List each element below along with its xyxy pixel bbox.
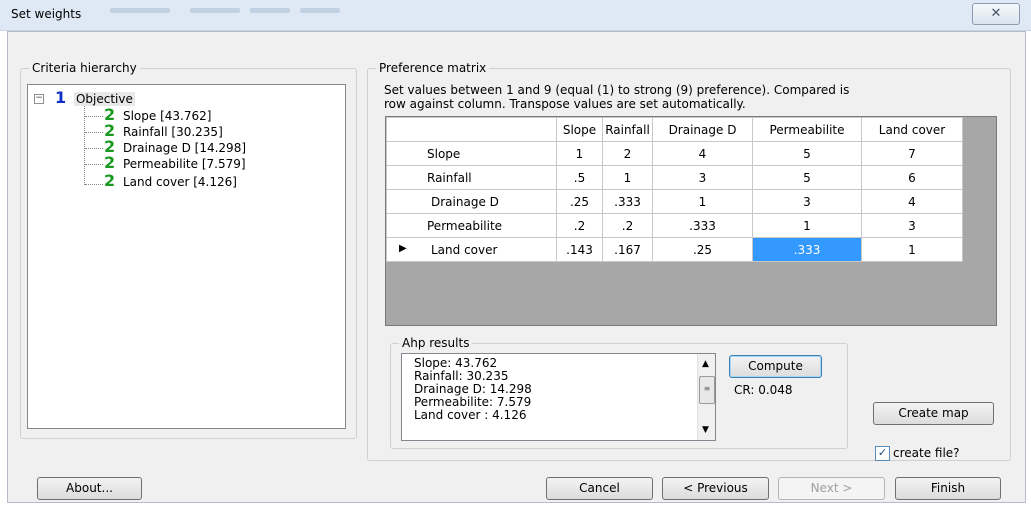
tree-connector [85,132,103,133]
background-menu-ghost [110,8,170,13]
ahp-results-legend: Ahp results [399,336,473,350]
preference-table: Slope Rainfall Drainage D Permeabilite L… [386,117,963,262]
tree-node-drainage-d[interactable]: 2 Drainage D [14.298] [104,139,247,156]
matrix-cell[interactable]: .2 [556,213,603,238]
matrix-cell[interactable]: 7 [861,141,963,166]
table-row: Rainfall .5 1 3 5 6 [386,165,963,190]
row-header[interactable]: Rainfall [386,165,557,190]
close-button[interactable]: ✕ [972,3,1020,25]
preference-matrix-legend: Preference matrix [376,61,490,75]
tree-connector [85,148,103,149]
consistency-ratio: CR: 0.048 [734,383,793,397]
table-row: Permeabilite .2 .2 .333 1 3 [386,213,963,238]
matrix-cell[interactable]: .25 [556,189,603,214]
matrix-cell[interactable]: .25 [652,237,753,262]
title-bar: Set weights ✕ [0,0,1031,31]
scroll-up-icon[interactable]: ▲ [702,358,709,371]
row-header[interactable]: Drainage D [386,189,557,214]
create-file-label: create file? [893,446,960,460]
cancel-button[interactable]: Cancel [546,477,653,500]
background-menu-ghost [250,8,290,13]
tree-node-label: Slope [43.762] [122,109,212,123]
row-header-label: Land cover [431,242,498,257]
matrix-cell[interactable]: .2 [602,213,653,238]
tree-node-rainfall[interactable]: 2 Rainfall [30.235] [104,123,223,140]
corner-cell [386,117,557,142]
row-header[interactable]: ▶ Land cover [386,237,557,262]
tree-connector [85,116,103,117]
matrix-cell[interactable]: 6 [861,165,963,190]
matrix-cell[interactable]: 3 [752,189,862,214]
tree-node-label: Land cover [4.126] [122,175,237,189]
next-button[interactable]: Next > [778,477,885,500]
tree-connector [85,184,103,185]
matrix-cell[interactable]: 4 [861,189,963,214]
collapse-toggle[interactable]: − [34,94,44,104]
matrix-cell[interactable]: 1 [556,141,603,166]
preference-grid[interactable]: Slope Rainfall Drainage D Permeabilite L… [385,116,997,326]
about-button[interactable]: About... [37,477,142,500]
instruction-line: row against column. Transpose values are… [384,97,746,111]
level-2-icon: 2 [104,171,116,190]
instruction-line: Set values between 1 and 9 (equal (1) to… [384,83,850,97]
table-row: Slope 1 2 4 5 7 [386,141,963,166]
column-header[interactable]: Land cover [861,117,963,142]
matrix-cell[interactable]: 4 [652,141,753,166]
previous-button[interactable]: < Previous [662,477,769,500]
background-menu-ghost [190,8,240,13]
column-header[interactable]: Drainage D [652,117,753,142]
matrix-cell[interactable]: .167 [602,237,653,262]
scroll-thumb[interactable]: ≡ [699,376,715,404]
background-menu-ghost [300,8,340,13]
matrix-cell[interactable]: .333 [602,189,653,214]
tree-node-objective[interactable]: 1 Objective [55,90,135,106]
result-line: Land cover : 4.126 [414,408,527,422]
tree-node-land-cover[interactable]: 2 Land cover [4.126] [104,171,237,190]
results-scrollbar[interactable]: ▲ ≡ ▼ [697,354,715,440]
instructions: Set values between 1 and 9 (equal (1) to… [384,83,849,111]
window-title: Set weights [11,7,82,21]
matrix-cell[interactable]: 1 [652,189,753,214]
header-row: Slope Rainfall Drainage D Permeabilite L… [386,117,963,142]
level-2-icon: 2 [104,153,116,172]
create-map-button[interactable]: Create map [873,402,994,425]
matrix-cell[interactable]: .143 [556,237,603,262]
tree-node-label: Objective [73,92,135,106]
column-header[interactable]: Permeabilite [752,117,862,142]
matrix-cell[interactable]: .5 [556,165,603,190]
criteria-tree[interactable]: − 1 Objective 2 Slope [43.762] 2 Rainfal… [27,84,346,429]
matrix-cell[interactable]: 3 [861,213,963,238]
tree-connector [85,164,103,165]
table-row: Drainage D .25 .333 1 3 4 [386,189,963,214]
row-header[interactable]: Permeabilite [386,213,557,238]
finish-button[interactable]: Finish [895,477,1001,500]
matrix-cell[interactable]: 3 [652,165,753,190]
current-row-indicator-icon: ▶ [399,243,407,254]
matrix-cell[interactable]: 5 [752,165,862,190]
row-header[interactable]: Slope [386,141,557,166]
matrix-cell[interactable]: 1 [602,165,653,190]
matrix-cell[interactable]: 1 [752,213,862,238]
tree-node-label: Rainfall [30.235] [122,125,223,139]
scroll-down-icon[interactable]: ▼ [702,424,709,437]
create-file-checkbox[interactable]: ✓ [875,446,890,461]
compute-button[interactable]: Compute [729,355,822,378]
tree-node-label: Permeabilite [7.579] [122,157,246,171]
table-row: ▶ Land cover .143 .167 .25 .333 1 [386,237,963,262]
criteria-hierarchy-legend: Criteria hierarchy [29,61,140,75]
tree-node-label: Drainage D [14.298] [122,141,247,155]
tree-node-permeabilite[interactable]: 2 Permeabilite [7.579] [104,153,246,172]
matrix-cell[interactable]: 2 [602,141,653,166]
matrix-cell[interactable]: .333 [652,213,753,238]
matrix-cell[interactable]: 1 [861,237,963,262]
close-icon: ✕ [990,6,1002,21]
column-header[interactable]: Rainfall [602,117,653,142]
level-1-icon: 1 [55,88,67,107]
tree-node-slope[interactable]: 2 Slope [43.762] [104,107,212,124]
matrix-cell-selected[interactable]: .333 [752,237,862,262]
matrix-cell[interactable]: 5 [752,141,862,166]
column-header[interactable]: Slope [556,117,603,142]
ahp-results-textbox[interactable]: Slope: 43.762 Rainfall: 30.235 Drainage … [401,353,716,441]
